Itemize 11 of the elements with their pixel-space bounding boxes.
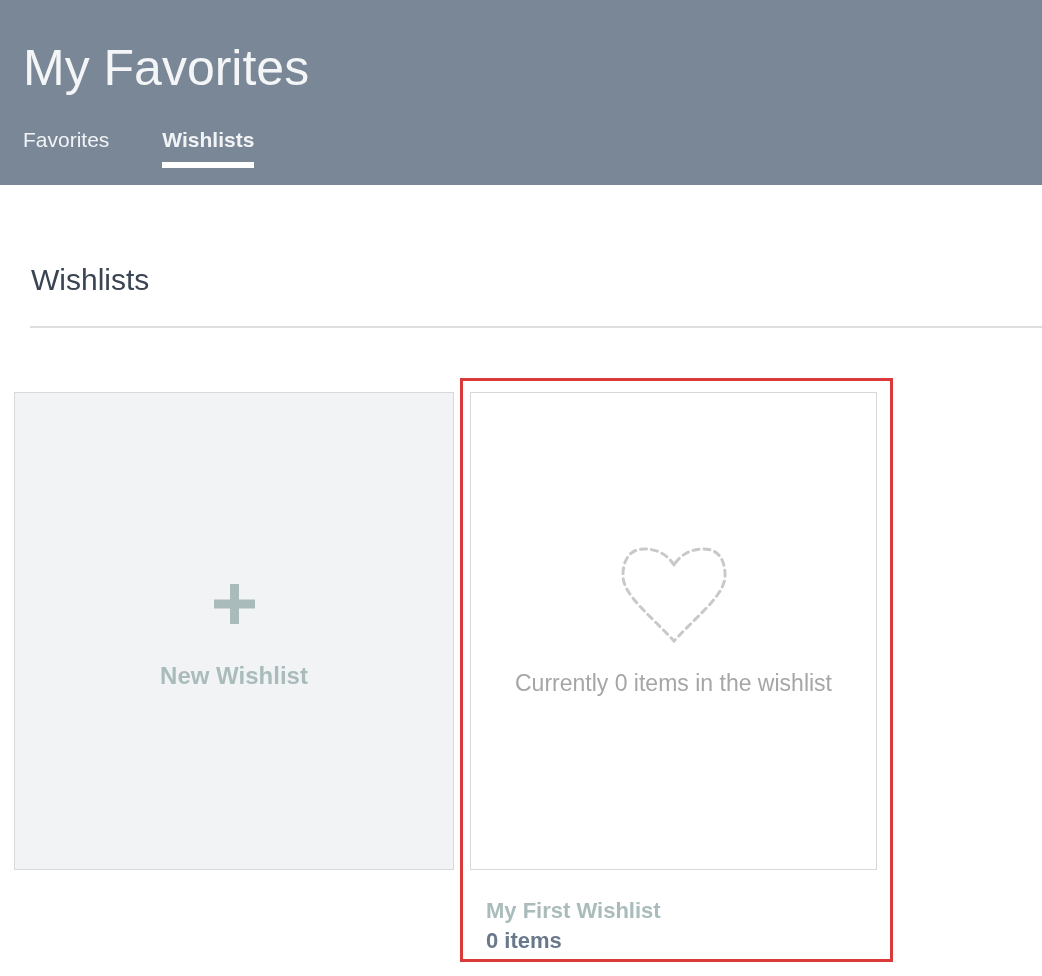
new-wishlist-card[interactable]: New Wishlist	[14, 392, 454, 870]
tab[interactable]: Favorites	[23, 128, 110, 168]
plus-icon	[213, 583, 255, 624]
item-count: 0 items	[486, 927, 562, 955]
tab[interactable]: Wishlists	[162, 128, 255, 168]
wishlist-card[interactable]: Currently 0 items in the wishlist	[470, 392, 877, 870]
empty-message: Currently 0 items in the wishlist	[515, 668, 832, 697]
wishlist-name[interactable]: My First Wishlist	[486, 896, 661, 926]
page-title: My Favorites	[23, 39, 310, 98]
section-heading: Wishlists	[30, 262, 150, 298]
heart-outline-icon	[620, 545, 727, 643]
